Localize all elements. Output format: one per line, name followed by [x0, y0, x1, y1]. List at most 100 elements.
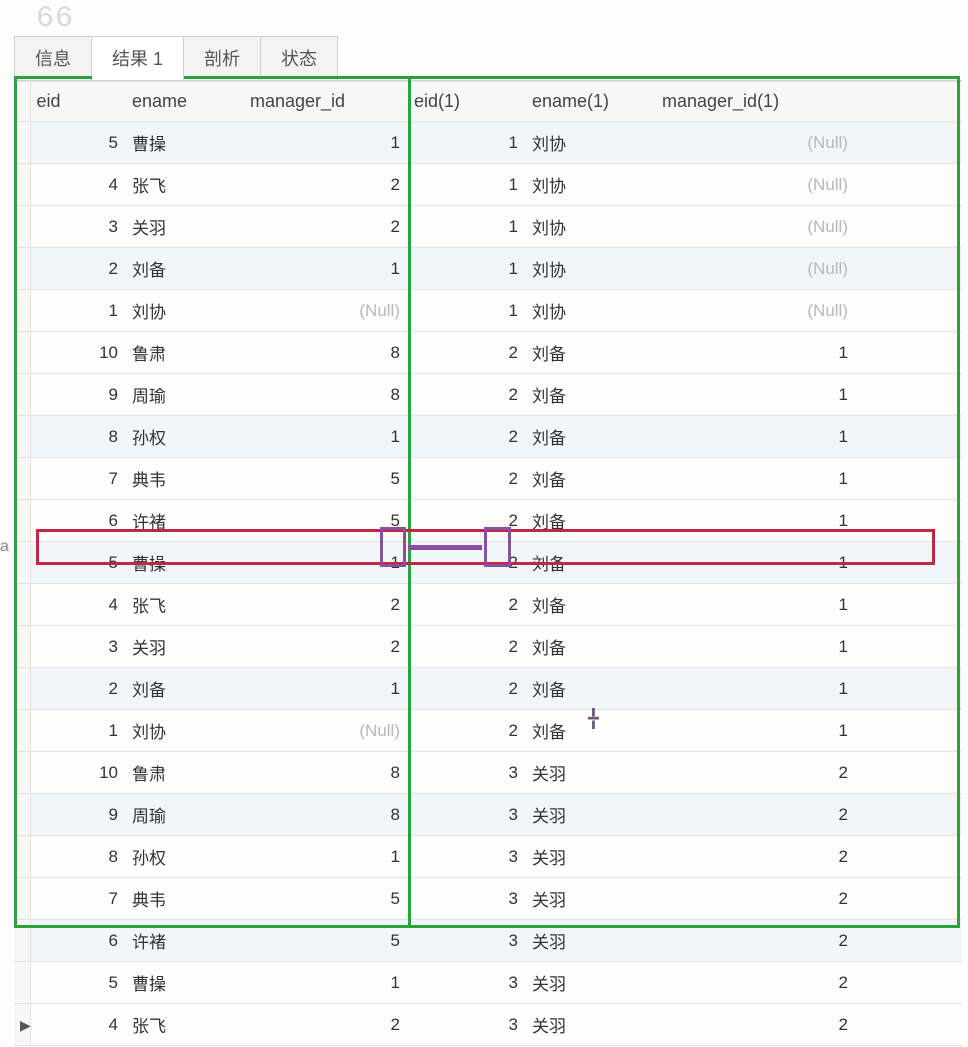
table-row[interactable]: ▶4张飞23关羽2: [14, 1004, 962, 1046]
table-row[interactable]: 10鲁肃82刘备1: [14, 332, 962, 374]
cell-manager-id[interactable]: 1: [244, 836, 408, 878]
cell-ename1[interactable]: 刘协: [526, 248, 656, 290]
cell-eid1[interactable]: 3: [408, 752, 526, 794]
cell-manager-id1[interactable]: 1: [656, 416, 856, 458]
cell-ename[interactable]: 刘协: [126, 290, 244, 332]
cell-manager-id1[interactable]: 2: [656, 920, 856, 962]
cell-manager-id[interactable]: 2: [244, 584, 408, 626]
cell-eid1[interactable]: 1: [408, 206, 526, 248]
cell-manager-id1[interactable]: (Null): [656, 248, 856, 290]
table-row[interactable]: 7典韦52刘备1: [14, 458, 962, 500]
table-row[interactable]: 1刘协(Null)2刘备1: [14, 710, 962, 752]
cell-eid1[interactable]: 2: [408, 458, 526, 500]
cell-ename[interactable]: 曹操: [126, 542, 244, 584]
cell-manager-id[interactable]: 2: [244, 206, 408, 248]
cell-manager-id[interactable]: 8: [244, 332, 408, 374]
cell-ename[interactable]: 关羽: [126, 206, 244, 248]
cell-manager-id1[interactable]: (Null): [656, 290, 856, 332]
table-row[interactable]: 4张飞21刘协(Null): [14, 164, 962, 206]
cell-manager-id[interactable]: 1: [244, 542, 408, 584]
cell-eid[interactable]: 4: [30, 164, 126, 206]
cell-ename1[interactable]: 关羽: [526, 752, 656, 794]
cell-eid[interactable]: 4: [30, 584, 126, 626]
cell-eid[interactable]: 1: [30, 290, 126, 332]
table-row[interactable]: 2刘备11刘协(Null): [14, 248, 962, 290]
cell-eid1[interactable]: 2: [408, 710, 526, 752]
cell-eid[interactable]: 8: [30, 836, 126, 878]
cell-manager-id[interactable]: 8: [244, 752, 408, 794]
cell-ename[interactable]: 刘备: [126, 668, 244, 710]
cell-manager-id[interactable]: 1: [244, 962, 408, 1004]
table-row[interactable]: 5曹操12刘备1: [14, 542, 962, 584]
table-row[interactable]: 3关羽22刘备1: [14, 626, 962, 668]
cell-eid[interactable]: 10: [30, 752, 126, 794]
cell-manager-id1[interactable]: 2: [656, 1004, 856, 1046]
cell-eid1[interactable]: 2: [408, 374, 526, 416]
cell-manager-id[interactable]: 8: [244, 374, 408, 416]
cell-ename[interactable]: 周瑜: [126, 374, 244, 416]
cell-ename[interactable]: 张飞: [126, 1004, 244, 1046]
cell-manager-id[interactable]: 5: [244, 878, 408, 920]
cell-manager-id[interactable]: 2: [244, 164, 408, 206]
cell-manager-id1[interactable]: 1: [656, 668, 856, 710]
table-row[interactable]: 6许褚52刘备1: [14, 500, 962, 542]
cell-ename[interactable]: 典韦: [126, 458, 244, 500]
tab-1[interactable]: 结果 1: [92, 36, 184, 80]
cell-manager-id1[interactable]: (Null): [656, 164, 856, 206]
col-ename[interactable]: ename: [126, 82, 244, 122]
cell-eid1[interactable]: 2: [408, 668, 526, 710]
cell-ename1[interactable]: 刘协: [526, 206, 656, 248]
cell-eid[interactable]: 5: [30, 542, 126, 584]
cell-eid1[interactable]: 3: [408, 794, 526, 836]
cell-ename1[interactable]: 刘备: [526, 668, 656, 710]
result-grid[interactable]: eid ename manager_id eid(1) ename(1) man…: [14, 80, 962, 1046]
cell-eid[interactable]: 5: [30, 962, 126, 1004]
result-table[interactable]: eid ename manager_id eid(1) ename(1) man…: [14, 81, 962, 1046]
cell-manager-id[interactable]: 5: [244, 458, 408, 500]
col-manager-id1[interactable]: manager_id(1): [656, 82, 856, 122]
cell-manager-id1[interactable]: (Null): [656, 206, 856, 248]
cell-manager-id[interactable]: (Null): [244, 710, 408, 752]
cell-ename[interactable]: 曹操: [126, 122, 244, 164]
cell-ename[interactable]: 孙权: [126, 836, 244, 878]
cell-eid[interactable]: 3: [30, 206, 126, 248]
cell-ename1[interactable]: 关羽: [526, 920, 656, 962]
cell-ename1[interactable]: 刘协: [526, 122, 656, 164]
cell-eid[interactable]: 10: [30, 332, 126, 374]
cell-ename[interactable]: 张飞: [126, 164, 244, 206]
cell-ename1[interactable]: 刘备: [526, 542, 656, 584]
cell-eid[interactable]: 8: [30, 416, 126, 458]
cell-eid1[interactable]: 1: [408, 290, 526, 332]
cell-eid[interactable]: 9: [30, 374, 126, 416]
cell-eid1[interactable]: 3: [408, 962, 526, 1004]
cell-eid[interactable]: 2: [30, 248, 126, 290]
cell-eid1[interactable]: 2: [408, 500, 526, 542]
cell-manager-id[interactable]: 1: [244, 122, 408, 164]
table-row[interactable]: 8孙权12刘备1: [14, 416, 962, 458]
cell-manager-id[interactable]: 5: [244, 500, 408, 542]
table-row[interactable]: 5曹操13关羽2: [14, 962, 962, 1004]
cell-eid[interactable]: 1: [30, 710, 126, 752]
cell-ename1[interactable]: 刘备: [526, 584, 656, 626]
cell-eid1[interactable]: 3: [408, 1004, 526, 1046]
cell-eid[interactable]: 9: [30, 794, 126, 836]
cell-ename1[interactable]: 关羽: [526, 878, 656, 920]
cell-ename1[interactable]: 关羽: [526, 1004, 656, 1046]
cell-manager-id[interactable]: 2: [244, 1004, 408, 1046]
cell-eid1[interactable]: 2: [408, 584, 526, 626]
cell-manager-id1[interactable]: (Null): [656, 122, 856, 164]
cell-eid1[interactable]: 2: [408, 542, 526, 584]
cell-manager-id1[interactable]: 1: [656, 542, 856, 584]
cell-manager-id1[interactable]: 2: [656, 878, 856, 920]
table-row[interactable]: 4张飞22刘备1: [14, 584, 962, 626]
col-ename1[interactable]: ename(1): [526, 82, 656, 122]
cell-eid[interactable]: 6: [30, 920, 126, 962]
cell-eid1[interactable]: 3: [408, 836, 526, 878]
table-row[interactable]: 8孙权13关羽2: [14, 836, 962, 878]
cell-eid[interactable]: 5: [30, 122, 126, 164]
cell-manager-id[interactable]: 8: [244, 794, 408, 836]
tab-3[interactable]: 状态: [261, 36, 338, 80]
cell-ename1[interactable]: 刘协: [526, 290, 656, 332]
cell-manager-id1[interactable]: 2: [656, 794, 856, 836]
table-row[interactable]: 7典韦53关羽2: [14, 878, 962, 920]
